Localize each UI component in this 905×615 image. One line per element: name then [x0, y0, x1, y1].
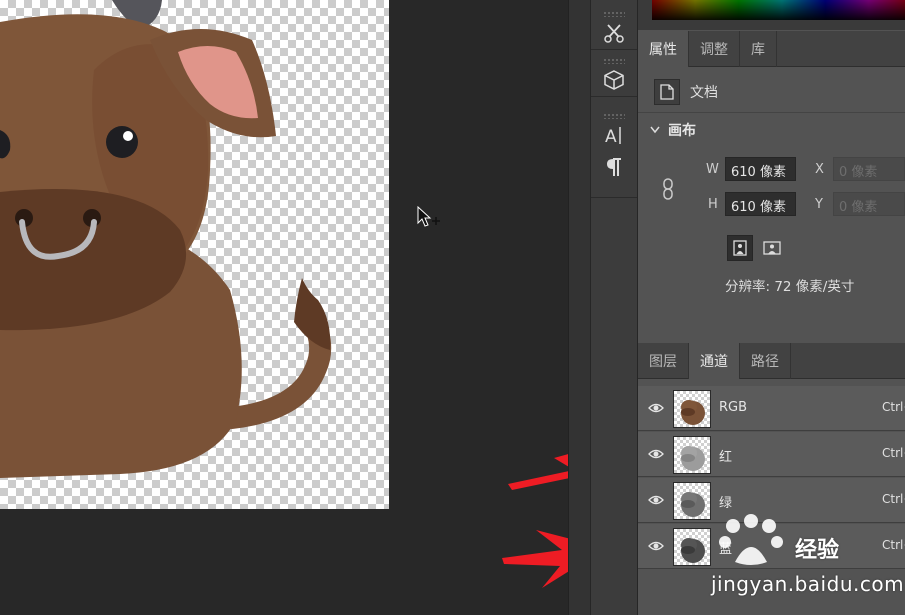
width-label: W	[706, 162, 719, 177]
tab-paths[interactable]: 路径	[740, 343, 791, 379]
canvas-section-header[interactable]: 画布	[650, 120, 696, 140]
link-dimensions-icon[interactable]	[662, 178, 674, 200]
channel-row-rgb[interactable]: RGB Ctrl+	[638, 386, 905, 431]
chevron-down-icon[interactable]	[650, 126, 660, 134]
divider	[638, 112, 905, 113]
eye-icon[interactable]	[648, 446, 664, 462]
x-field: 0 像素	[833, 157, 905, 181]
move-cursor-icon	[417, 206, 440, 227]
svg-text:A: A	[605, 127, 617, 146]
tab-layers[interactable]: 图层	[638, 343, 689, 379]
channel-shortcut: Ctrl+	[882, 492, 905, 506]
watermark: 经验 jingyan.baidu.com	[711, 512, 905, 612]
3d-cube-icon[interactable]	[591, 64, 637, 96]
channel-name: 绿	[719, 496, 733, 511]
tab-properties[interactable]: 属性	[638, 31, 689, 67]
portrait-orientation-button[interactable]	[727, 235, 753, 261]
properties-tab-bar: 属性 调整 库	[638, 31, 905, 67]
cow-illustration	[0, 0, 332, 478]
channel-thumbnail	[673, 528, 711, 566]
x-label: X	[815, 162, 824, 177]
channel-name: RGB	[719, 400, 748, 415]
height-label: H	[708, 197, 718, 212]
height-field[interactable]: 610 像素	[725, 192, 796, 216]
channel-thumbnail	[673, 390, 711, 428]
tool-group-text: A	[591, 110, 637, 198]
channel-thumbnail	[673, 482, 711, 520]
eye-icon[interactable]	[648, 400, 664, 416]
y-label: Y	[815, 197, 823, 212]
layers-tab-bar: 图层 通道 路径	[638, 343, 905, 379]
panel-gutter	[568, 0, 590, 615]
tab-adjustments[interactable]: 调整	[689, 31, 740, 67]
channel-row-red[interactable]: 红 Ctrl+	[638, 432, 905, 477]
channel-shortcut: Ctrl+	[882, 446, 905, 460]
tool-group-3d	[591, 55, 637, 97]
document-canvas-area[interactable]	[0, 0, 568, 615]
tab-channels[interactable]: 通道	[689, 343, 740, 379]
tool-preset-icon[interactable]	[591, 17, 637, 49]
paragraph-icon[interactable]	[591, 151, 637, 183]
character-icon[interactable]: A	[591, 119, 637, 151]
collapsed-panel-strip: A	[590, 0, 638, 615]
annotation-arrow-red	[508, 454, 568, 496]
channel-shortcut: Ctrl+	[882, 400, 905, 414]
channel-thumbnail	[673, 436, 711, 474]
watermark-brand: 经验	[795, 538, 840, 563]
landscape-orientation-button[interactable]	[759, 235, 785, 261]
document-header: 文档	[654, 79, 718, 105]
eye-icon[interactable]	[648, 538, 664, 554]
tool-group-presets	[591, 8, 637, 50]
y-field: 0 像素	[833, 192, 905, 216]
canvas-section-title: 画布	[668, 123, 696, 139]
color-spectrum[interactable]	[652, 0, 905, 20]
document-label: 文档	[690, 85, 718, 101]
annotation-arrow-blue	[502, 530, 568, 588]
resolution-text: 分辨率: 72 像素/英寸	[725, 279, 855, 295]
properties-panel: 文档 画布 W 610 像素 X 0 像素 H 610 像素 Y 0 像素 分辨…	[638, 67, 905, 343]
tab-libraries[interactable]: 库	[740, 31, 777, 67]
landscape-icon	[763, 241, 781, 255]
watermark-url: jingyan.baidu.com	[711, 572, 905, 596]
width-field[interactable]: 610 像素	[725, 157, 796, 181]
portrait-icon	[733, 240, 747, 256]
color-panel	[638, 0, 905, 30]
eye-icon[interactable]	[648, 492, 664, 508]
paw-logo-icon	[719, 514, 783, 565]
channel-name: 红	[719, 450, 733, 465]
document-icon	[654, 79, 680, 105]
